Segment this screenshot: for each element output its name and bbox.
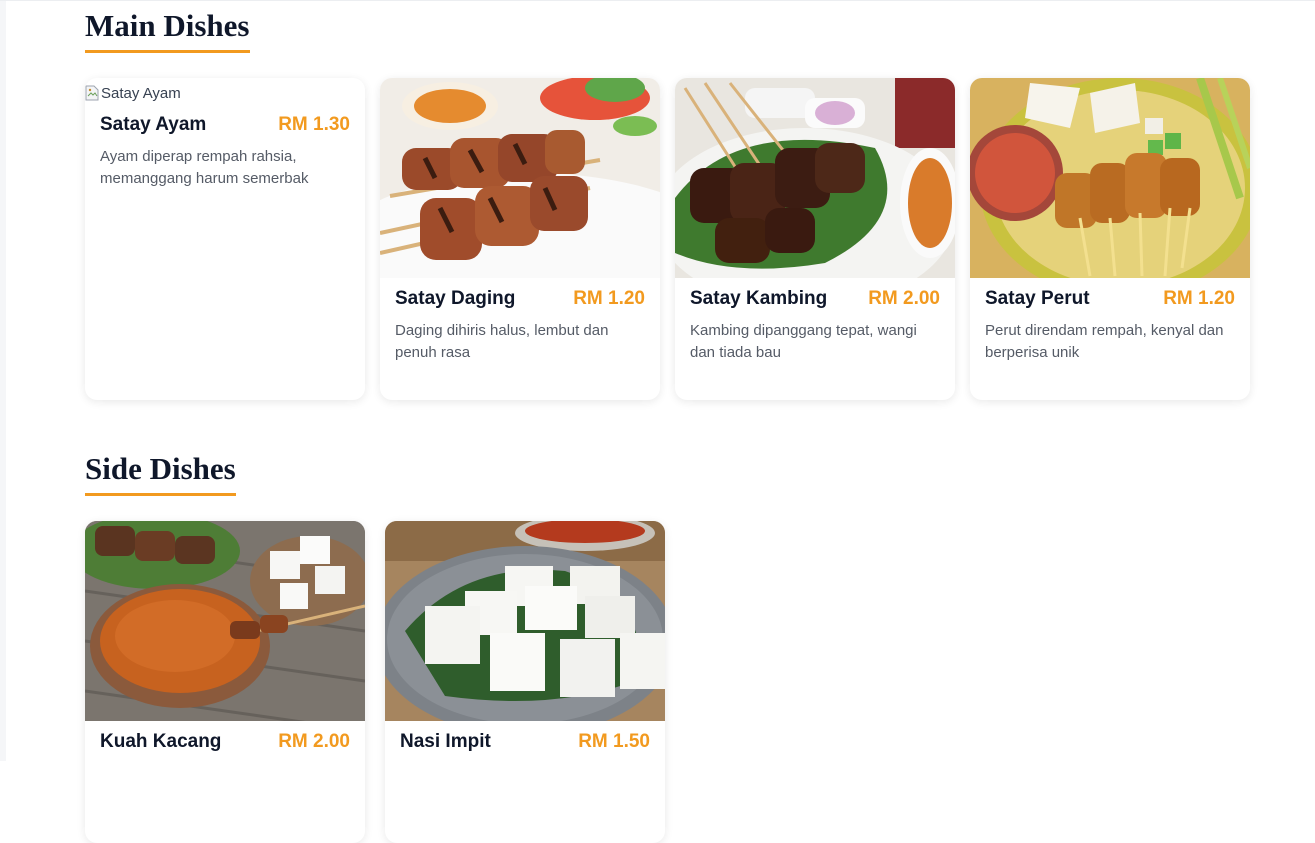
card-header: Kuah Kacang RM 2.00 [100,731,350,753]
dish-price: RM 1.50 [578,731,650,752]
main-dishes-title: Main Dishes [85,9,250,53]
dish-price: RM 2.00 [278,731,350,752]
dish-image [675,78,955,278]
dish-card-satay-perut[interactable]: Satay Perut RM 1.20 Perut direndam rempa… [970,78,1250,400]
dish-image [380,78,660,278]
dish-name: Satay Ayam [100,114,207,135]
dish-price: RM 2.00 [868,288,940,309]
dish-image [85,521,365,721]
card-header: Satay Daging RM 1.20 [395,288,645,310]
dish-name: Satay Perut [985,288,1090,309]
card-header: Satay Perut RM 1.20 [985,288,1235,310]
dish-card-satay-daging[interactable]: Satay Daging RM 1.20 Daging dihiris halu… [380,78,660,400]
dish-image-alt-text: Satay Ayam [101,84,181,102]
dish-description: Perut direndam rempah, kenyal dan berper… [985,322,1224,361]
card-body: Satay Daging RM 1.20 Daging dihiris halu… [380,278,660,364]
card-body: Kuah Kacang RM 2.00 [85,721,365,753]
dish-price: RM 1.30 [278,114,350,135]
dish-card-satay-ayam[interactable]: Satay Ayam Satay Ayam RM 1.30 Ayam diper… [85,78,365,400]
dish-image [970,78,1250,278]
dish-card-satay-kambing[interactable]: Satay Kambing RM 2.00 Kambing dipanggang… [675,78,955,400]
card-body: Nasi Impit RM 1.50 [385,721,665,753]
broken-image-icon [85,85,99,101]
side-dishes-title: Side Dishes [85,452,236,496]
dish-name: Nasi Impit [400,731,491,752]
page-edge [0,0,6,761]
dish-description: Daging dihiris halus, lembut dan penuh r… [395,322,609,361]
main-dishes-grid: Satay Ayam Satay Ayam RM 1.30 Ayam diper… [85,78,1250,400]
dish-card-kuah-kacang[interactable]: Kuah Kacang RM 2.00 [85,521,365,843]
dish-name: Satay Kambing [690,288,828,309]
dish-image-broken: Satay Ayam [85,78,365,108]
dish-image [385,521,665,721]
dish-price: RM 1.20 [573,288,645,309]
dish-card-nasi-impit[interactable]: Nasi Impit RM 1.50 [385,521,665,843]
card-header: Nasi Impit RM 1.50 [400,731,650,753]
card-body: Satay Kambing RM 2.00 Kambing dipanggang… [675,278,955,364]
dish-name: Kuah Kacang [100,731,222,752]
card-header: Satay Kambing RM 2.00 [690,288,940,310]
header-divider [0,0,1315,1]
dish-description: Ayam diperap rempah rahsia, memanggang h… [100,148,309,187]
dish-price: RM 1.20 [1163,288,1235,309]
card-header: Satay Ayam RM 1.30 [100,114,350,136]
side-dishes-grid: Kuah Kacang RM 2.00 Nasi Impit RM 1.50 [85,521,665,843]
dish-description: Kambing dipanggang tepat, wangi dan tiad… [690,322,917,361]
dish-name: Satay Daging [395,288,516,309]
card-body: Satay Ayam RM 1.30 Ayam diperap rempah r… [85,108,365,190]
card-body: Satay Perut RM 1.20 Perut direndam rempa… [970,278,1250,364]
